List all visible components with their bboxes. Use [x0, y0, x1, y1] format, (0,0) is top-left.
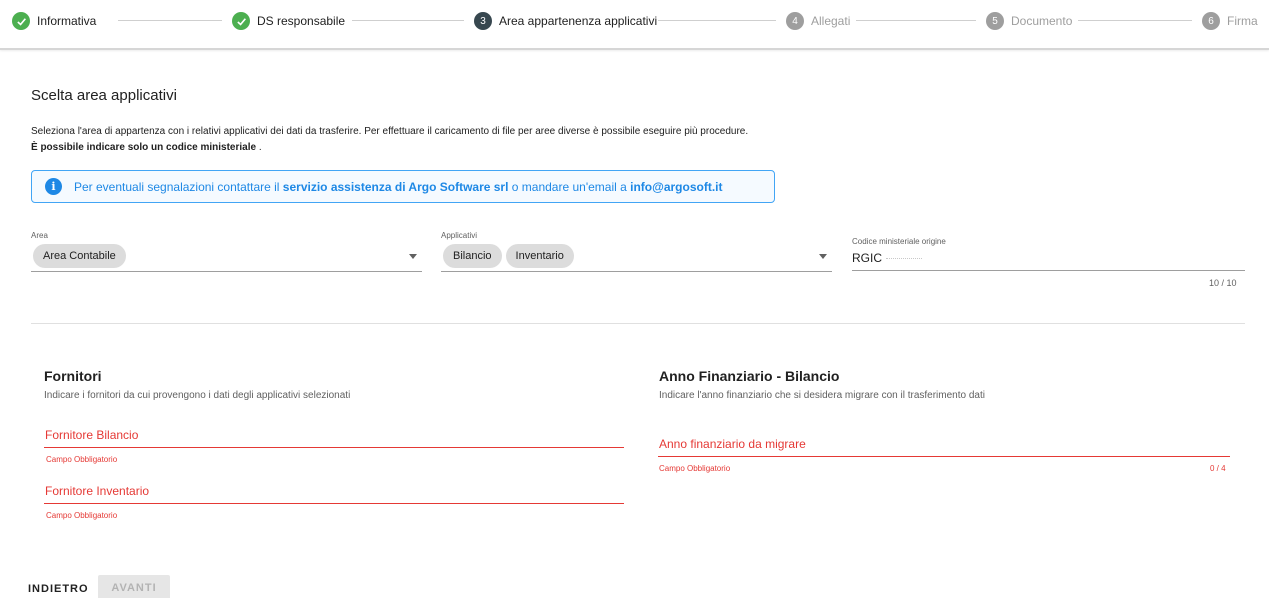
fornitore-bilancio-input[interactable]: Fornitore Bilancio: [44, 426, 624, 448]
fornitore-bilancio-error: Campo Obbligatorio: [46, 455, 118, 464]
anno-finanziario-input[interactable]: Anno finanziario da migrare: [658, 435, 1230, 457]
codice-value: RGIC: [852, 251, 922, 265]
step-informativa[interactable]: Informativa: [12, 11, 96, 31]
step-ds-responsabile[interactable]: DS responsabile: [232, 11, 345, 31]
note-end: .: [256, 142, 262, 153]
check-icon: [12, 12, 30, 30]
step-number: 3: [474, 12, 492, 30]
anno-title: Anno Finanziario - Bilancio: [659, 368, 840, 384]
alert-text: Per eventuali segnalazioni contattare il…: [74, 180, 723, 194]
applicativo-chip-bilancio[interactable]: Bilancio: [443, 244, 502, 268]
step-label: Firma: [1227, 14, 1258, 28]
applicativi-select[interactable]: Bilancio Inventario: [441, 244, 832, 272]
alert-text-start: Per eventuali segnalazioni contattare il: [74, 179, 283, 194]
codice-counter: 10 / 10: [1209, 278, 1237, 288]
area-label: Area: [31, 231, 48, 240]
step-connector: [118, 20, 222, 21]
next-button[interactable]: AVANTI: [98, 575, 170, 598]
email-link[interactable]: info@argosoft.it: [630, 180, 722, 194]
anno-finanziario-counter: 0 / 4: [1210, 464, 1226, 473]
step-connector: [352, 20, 464, 21]
anno-finanziario-placeholder: Anno finanziario da migrare: [659, 437, 806, 451]
back-button[interactable]: INDIETRO: [28, 578, 89, 598]
fornitori-description: Indicare i fornitori da cui provengono i…: [44, 390, 351, 401]
step-label: Area appartenenza applicativi: [499, 14, 658, 28]
anno-finanziario-error: Campo Obbligatorio: [659, 464, 731, 473]
divider: [31, 323, 1245, 324]
step-number: 6: [1202, 12, 1220, 30]
caret-down-icon[interactable]: [819, 254, 827, 259]
fornitore-bilancio-placeholder: Fornitore Bilancio: [45, 428, 139, 442]
step-documento[interactable]: 5 Documento: [986, 11, 1072, 31]
step-label: Allegati: [811, 14, 851, 28]
codice-label: Codice ministeriale origine: [852, 237, 946, 246]
step-label: Documento: [1011, 14, 1073, 28]
step-connector: [856, 20, 976, 21]
anno-description: Indicare l'anno finanziario che si desid…: [659, 390, 985, 401]
step-connector: [658, 20, 776, 21]
step-label: Informativa: [37, 14, 97, 28]
step-firma[interactable]: 6 Firma: [1202, 11, 1258, 31]
note-bold: È possibile indicare solo un codice mini…: [31, 142, 257, 153]
caret-down-icon[interactable]: [409, 254, 417, 259]
step-connector: [1078, 20, 1192, 21]
page-title: Scelta area applicativi: [31, 87, 177, 104]
check-icon: [232, 12, 250, 30]
info-alert: i Per eventuali segnalazioni contattare …: [31, 170, 775, 203]
description-text: Seleziona l'area di appartenza con i rel…: [31, 126, 749, 137]
page-description: Seleziona l'area di appartenza con i rel…: [31, 124, 748, 156]
step-number: 4: [786, 12, 804, 30]
codice-input[interactable]: RGIC: [852, 249, 1245, 271]
step-label: DS responsabile: [257, 14, 346, 28]
area-chips: Area Contabile: [33, 244, 130, 268]
alert-text-mid: o mandare un'email a: [508, 179, 631, 194]
applicativo-chip-inventario[interactable]: Inventario: [505, 244, 574, 268]
ministerial-code-note: È possibile indicare solo un codice mini…: [31, 140, 748, 156]
fornitore-inventario-placeholder: Fornitore Inventario: [45, 484, 150, 498]
step-area-applicativi[interactable]: 3 Area appartenenza applicativi: [474, 11, 657, 31]
fornitore-inventario-input[interactable]: Fornitore Inventario: [44, 482, 624, 504]
area-select[interactable]: Area Contabile: [31, 244, 422, 272]
support-link[interactable]: servizio assistenza di Argo Software srl: [283, 180, 509, 194]
fornitore-inventario-error: Campo Obbligatorio: [46, 511, 118, 520]
applicativi-label: Applicativi: [441, 231, 478, 240]
area-chip[interactable]: Area Contabile: [33, 244, 126, 268]
fornitori-title: Fornitori: [44, 368, 102, 384]
stepper: Informativa DS responsabile 3 Area appar…: [0, 0, 1269, 50]
applicativi-chips: Bilancio Inventario: [443, 244, 578, 268]
info-icon: i: [45, 178, 62, 195]
step-allegati[interactable]: 4 Allegati: [786, 11, 850, 31]
masked-value: [886, 257, 922, 260]
step-number: 5: [986, 12, 1004, 30]
codice-value-text: RGIC: [852, 251, 882, 265]
